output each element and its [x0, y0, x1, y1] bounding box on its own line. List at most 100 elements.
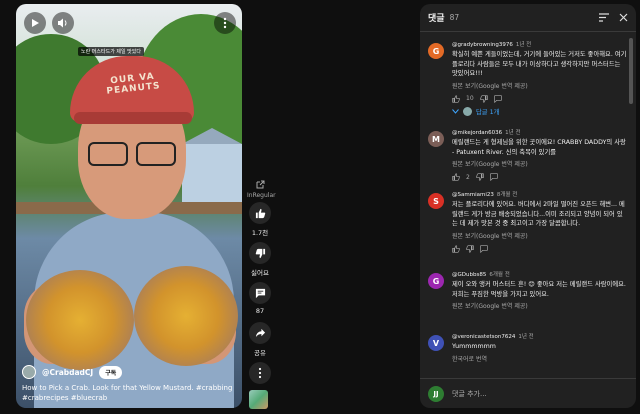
replies-toggle[interactable]: 답글 1개	[452, 106, 628, 116]
comment-like-count: 2	[466, 173, 470, 181]
comment-count: 87	[255, 307, 265, 315]
thumbs-up-icon[interactable]	[452, 173, 460, 181]
comment-avatar[interactable]: M	[428, 131, 444, 147]
comment-author[interactable]: @veronicastetson7624	[452, 334, 515, 340]
like-count: 1.7천	[251, 229, 269, 237]
comment-actions	[452, 244, 628, 253]
comments-panel: 댓글 87 G @gradybrowning3976 1년 전 확실히 예쁜 게들…	[420, 4, 636, 408]
replies-count: 답글 1개	[476, 108, 500, 116]
glasses-left	[88, 142, 128, 166]
glasses-right	[136, 142, 176, 166]
comment-text: 확실히 예쁜 게들이었는데, 거기에 들어있는 거저도 좋아해요. 여기 플로리…	[452, 51, 627, 77]
comment-author[interactable]: @mikejordan6036	[452, 130, 502, 136]
share-button[interactable]	[249, 322, 271, 344]
crab-left-half	[26, 270, 134, 370]
more-options-button[interactable]	[214, 12, 236, 34]
crab-right-half	[134, 266, 238, 366]
comment-avatar[interactable]: V	[428, 335, 444, 351]
comments-count: 87	[449, 13, 460, 22]
more-actions-button[interactable]	[249, 362, 271, 384]
sound-thumbnail[interactable]	[249, 390, 268, 409]
comment-avatar[interactable]: G	[428, 43, 444, 59]
translate-link[interactable]: 원본 보기(Google 번역 제공)	[452, 159, 628, 168]
translate-link[interactable]: 원본 보기(Google 번역 제공)	[452, 301, 628, 310]
comment-meta: @GDubbs85 6개월 전	[452, 270, 628, 278]
channel-name[interactable]: @CrabdadCJ	[42, 368, 93, 377]
more-horiz-icon	[258, 367, 262, 379]
comment-icon	[255, 288, 265, 298]
comment-text: Yummmmmm	[452, 343, 496, 350]
thumbs-down-icon[interactable]	[466, 244, 474, 253]
comment-meta: @veronicastetson7624 1년 전	[452, 332, 628, 340]
comments-scrollbar[interactable]	[629, 38, 633, 104]
thumbs-up-icon[interactable]	[452, 94, 460, 103]
volume-icon	[58, 18, 67, 28]
sort-icon[interactable]	[599, 13, 609, 22]
comments-action: 87	[246, 282, 274, 315]
comment-time: 8개월 전	[496, 192, 518, 198]
thumbs-up-icon[interactable]	[452, 244, 460, 253]
thumbs-down-icon[interactable]	[479, 94, 488, 103]
comment-text: 메릴랜드는 게 형제님을 위한 곳이에요! CRABBY DADDY의 사랑 -…	[452, 139, 626, 156]
comment-time: 1년 전	[518, 334, 534, 340]
shorts-video-player[interactable]: OUR VA PEANUTS 노란 머스타드가 제일 맛있다 @CrabdadC…	[16, 4, 242, 408]
add-comment-bar: JJ 댓글 추가...	[420, 378, 636, 408]
chevron-down-icon	[452, 108, 459, 114]
reply-icon[interactable]	[480, 244, 488, 253]
comment-time: 1년 전	[515, 42, 532, 48]
play-button[interactable]	[24, 12, 46, 34]
dislike-button[interactable]	[249, 242, 271, 264]
cap-brim	[74, 112, 192, 124]
background-house	[182, 128, 242, 204]
play-icon	[32, 19, 39, 27]
share-icon	[255, 328, 265, 337]
comment-time: 1년 전	[505, 130, 521, 136]
translate-link[interactable]: 한국어로 번역	[452, 354, 628, 363]
dislike-label: 싫어요	[251, 269, 269, 277]
reply-icon[interactable]	[490, 173, 498, 181]
share-label: 공유	[254, 349, 266, 357]
dislike-action: 싫어요	[246, 242, 274, 277]
translate-link[interactable]: 원본 보기(Google 번역 제공)	[452, 231, 628, 240]
my-avatar: JJ	[428, 385, 444, 402]
thumbs-up-icon	[255, 208, 265, 218]
subscribe-button[interactable]: 구독	[99, 365, 123, 379]
thumbs-down-icon[interactable]	[476, 173, 484, 181]
comment-avatar[interactable]: G	[428, 273, 444, 289]
comment-meta: @gradybrowning3976 1년 전	[452, 40, 628, 48]
reply-author-avatar	[463, 106, 472, 116]
comment-text: 제이 오와 앵커 머스터드 흔! 😊 좋아요 저는 메릴랜드 사람이에요. 저희…	[452, 281, 626, 298]
comment-time: 6개월 전	[489, 272, 510, 278]
close-icon[interactable]	[619, 13, 628, 22]
external-link-icon	[256, 180, 265, 189]
comment-author[interactable]: @gradybrowning3976	[452, 42, 513, 48]
comments-title: 댓글	[428, 14, 445, 24]
comment-author[interactable]: @Sammiami23	[452, 192, 494, 198]
like-action: 1.7천	[246, 202, 274, 237]
comment-text: 저는 플로리다에 있어요. 버디에서 2마일 떨어진 오픈드 해변... 메릴랜…	[452, 201, 625, 227]
comments-button[interactable]	[249, 282, 271, 304]
share-action: 공유	[246, 322, 274, 357]
volume-button[interactable]	[52, 12, 74, 34]
rail-top-text: InRegular	[247, 192, 276, 199]
add-comment-input[interactable]: 댓글 추가...	[452, 389, 628, 399]
channel-row: @CrabdadCJ 구독	[22, 365, 123, 379]
comment-actions: 10	[452, 94, 628, 103]
more-action	[246, 362, 274, 384]
thumbs-down-icon	[255, 248, 265, 258]
comment-actions: 2	[452, 173, 628, 181]
video-caption-overlay: 노란 머스타드가 제일 맛있다	[78, 47, 144, 56]
comment-avatar[interactable]: S	[428, 193, 444, 209]
comment-like-count: 10	[466, 95, 474, 102]
reply-icon[interactable]	[493, 94, 502, 103]
comment-author[interactable]: @GDubbs85	[452, 272, 486, 278]
rail-top-label: InRegular	[247, 180, 276, 199]
comments-header: 댓글 87	[420, 4, 636, 32]
channel-avatar[interactable]	[22, 365, 36, 379]
translate-link[interactable]: 원본 보기(Google 번역 제공)	[452, 81, 628, 90]
comment-meta: @mikejordan6036 1년 전	[452, 128, 628, 136]
like-button[interactable]	[249, 202, 271, 224]
comment-meta: @Sammiami23 8개월 전	[452, 190, 628, 198]
more-vert-icon	[223, 17, 227, 29]
video-title[interactable]: How to Pick a Crab. Look for that Yellow…	[22, 383, 238, 403]
